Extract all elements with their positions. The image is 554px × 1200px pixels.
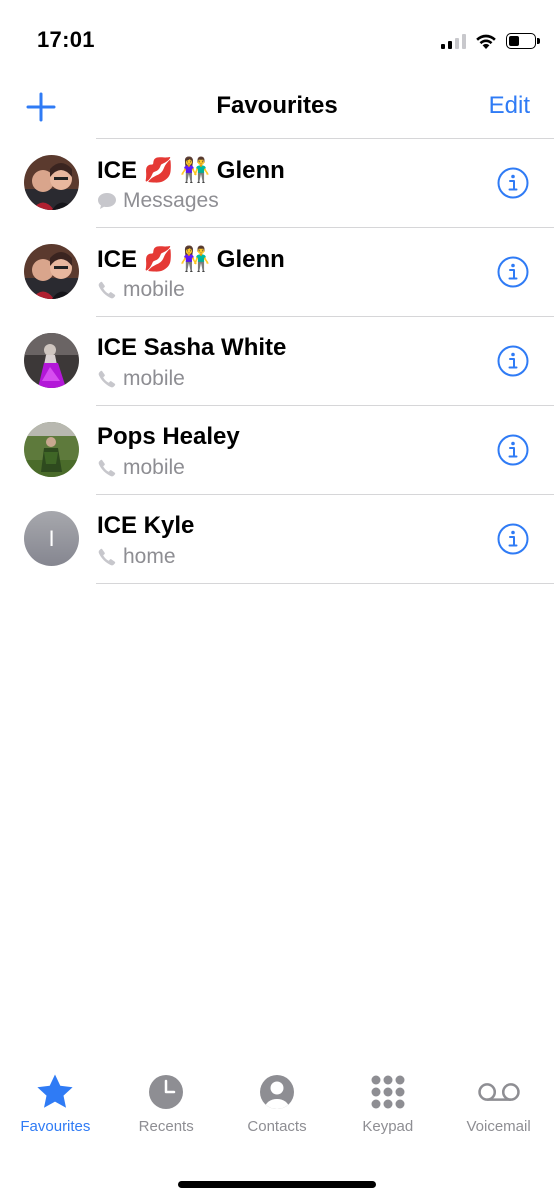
contact-method-label: mobile [123,367,185,390]
info-button[interactable] [497,434,529,466]
info-button[interactable] [497,167,529,199]
contact-method: mobile [97,367,185,391]
info-icon [497,434,529,466]
avatar [24,244,79,299]
home-indicator [178,1181,376,1188]
tab-voicemail[interactable]: Voicemail [443,1072,554,1152]
contact-method-label: Messages [123,189,219,212]
favourite-row[interactable]: ICE Sasha White mobile [0,317,554,406]
star-icon [33,1072,77,1112]
phone-icon [97,458,117,478]
contact-method: Messages [97,189,219,213]
avatar [24,155,79,210]
avatar [24,333,79,388]
nav-bar: Favourites Edit [0,80,554,138]
phone-icon [97,547,117,567]
status-icons [441,30,540,52]
page-title: Favourites [216,92,338,119]
edit-button[interactable]: Edit [489,92,530,120]
favourites-list: ICE 💋 👫 Glenn Messages ICE 💋 👫 Glenn mob… [0,139,554,584]
info-button[interactable] [497,345,529,377]
favourite-row[interactable]: Pops Healey mobile [0,406,554,495]
info-icon [497,256,529,288]
row-separator [96,583,554,584]
tab-favourites[interactable]: Favourites [0,1072,111,1152]
info-button[interactable] [497,256,529,288]
person-circle-icon [255,1072,299,1112]
tab-label: Recents [138,1118,194,1135]
contact-name: ICE 💋 👫 Glenn [97,157,285,184]
phone-icon [97,280,117,300]
tab-label: Keypad [362,1118,414,1135]
favourite-row[interactable]: ICE 💋 👫 Glenn Messages [0,139,554,228]
contact-method: mobile [97,456,185,480]
contact-method: mobile [97,278,185,302]
favourite-row[interactable]: I ICE Kyle home [0,495,554,584]
wifi-icon [476,34,496,49]
contact-method-label: mobile [123,456,185,479]
clock-icon [144,1072,188,1112]
phone-app-screen: 17:01 Favourites Edit ICE 💋 👫 Glenn Mess… [0,0,554,1200]
info-icon [497,523,529,555]
status-time: 17:01 [37,27,95,52]
tab-recents[interactable]: Recents [111,1072,222,1152]
status-bar: 17:01 [0,0,554,80]
tab-contacts[interactable]: Contacts [222,1072,333,1152]
message-bubble-icon [97,191,117,211]
voicemail-icon [477,1072,521,1112]
contact-method: home [97,545,176,569]
contact-name: Pops Healey [97,423,240,450]
info-icon [497,167,529,199]
tab-label: Voicemail [466,1118,531,1135]
avatar [24,422,79,477]
tab-label: Favourites [20,1118,91,1135]
battery-icon [506,33,540,49]
info-button[interactable] [497,523,529,555]
contact-name: ICE Sasha White [97,334,287,361]
tab-keypad[interactable]: Keypad [332,1072,443,1152]
tab-label: Contacts [247,1118,307,1135]
cellular-signal-icon [441,33,466,49]
contact-name: ICE Kyle [97,512,195,539]
phone-icon [97,369,117,389]
tab-bar: Favourites Recents Contacts Keypad Voice… [0,1072,554,1152]
contact-method-label: mobile [123,278,185,301]
info-icon [497,345,529,377]
contact-name: ICE 💋 👫 Glenn [97,246,285,273]
contact-method-label: home [123,545,176,568]
keypad-icon [366,1072,410,1112]
favourite-row[interactable]: ICE 💋 👫 Glenn mobile [0,228,554,317]
avatar-initial: I [24,511,79,566]
